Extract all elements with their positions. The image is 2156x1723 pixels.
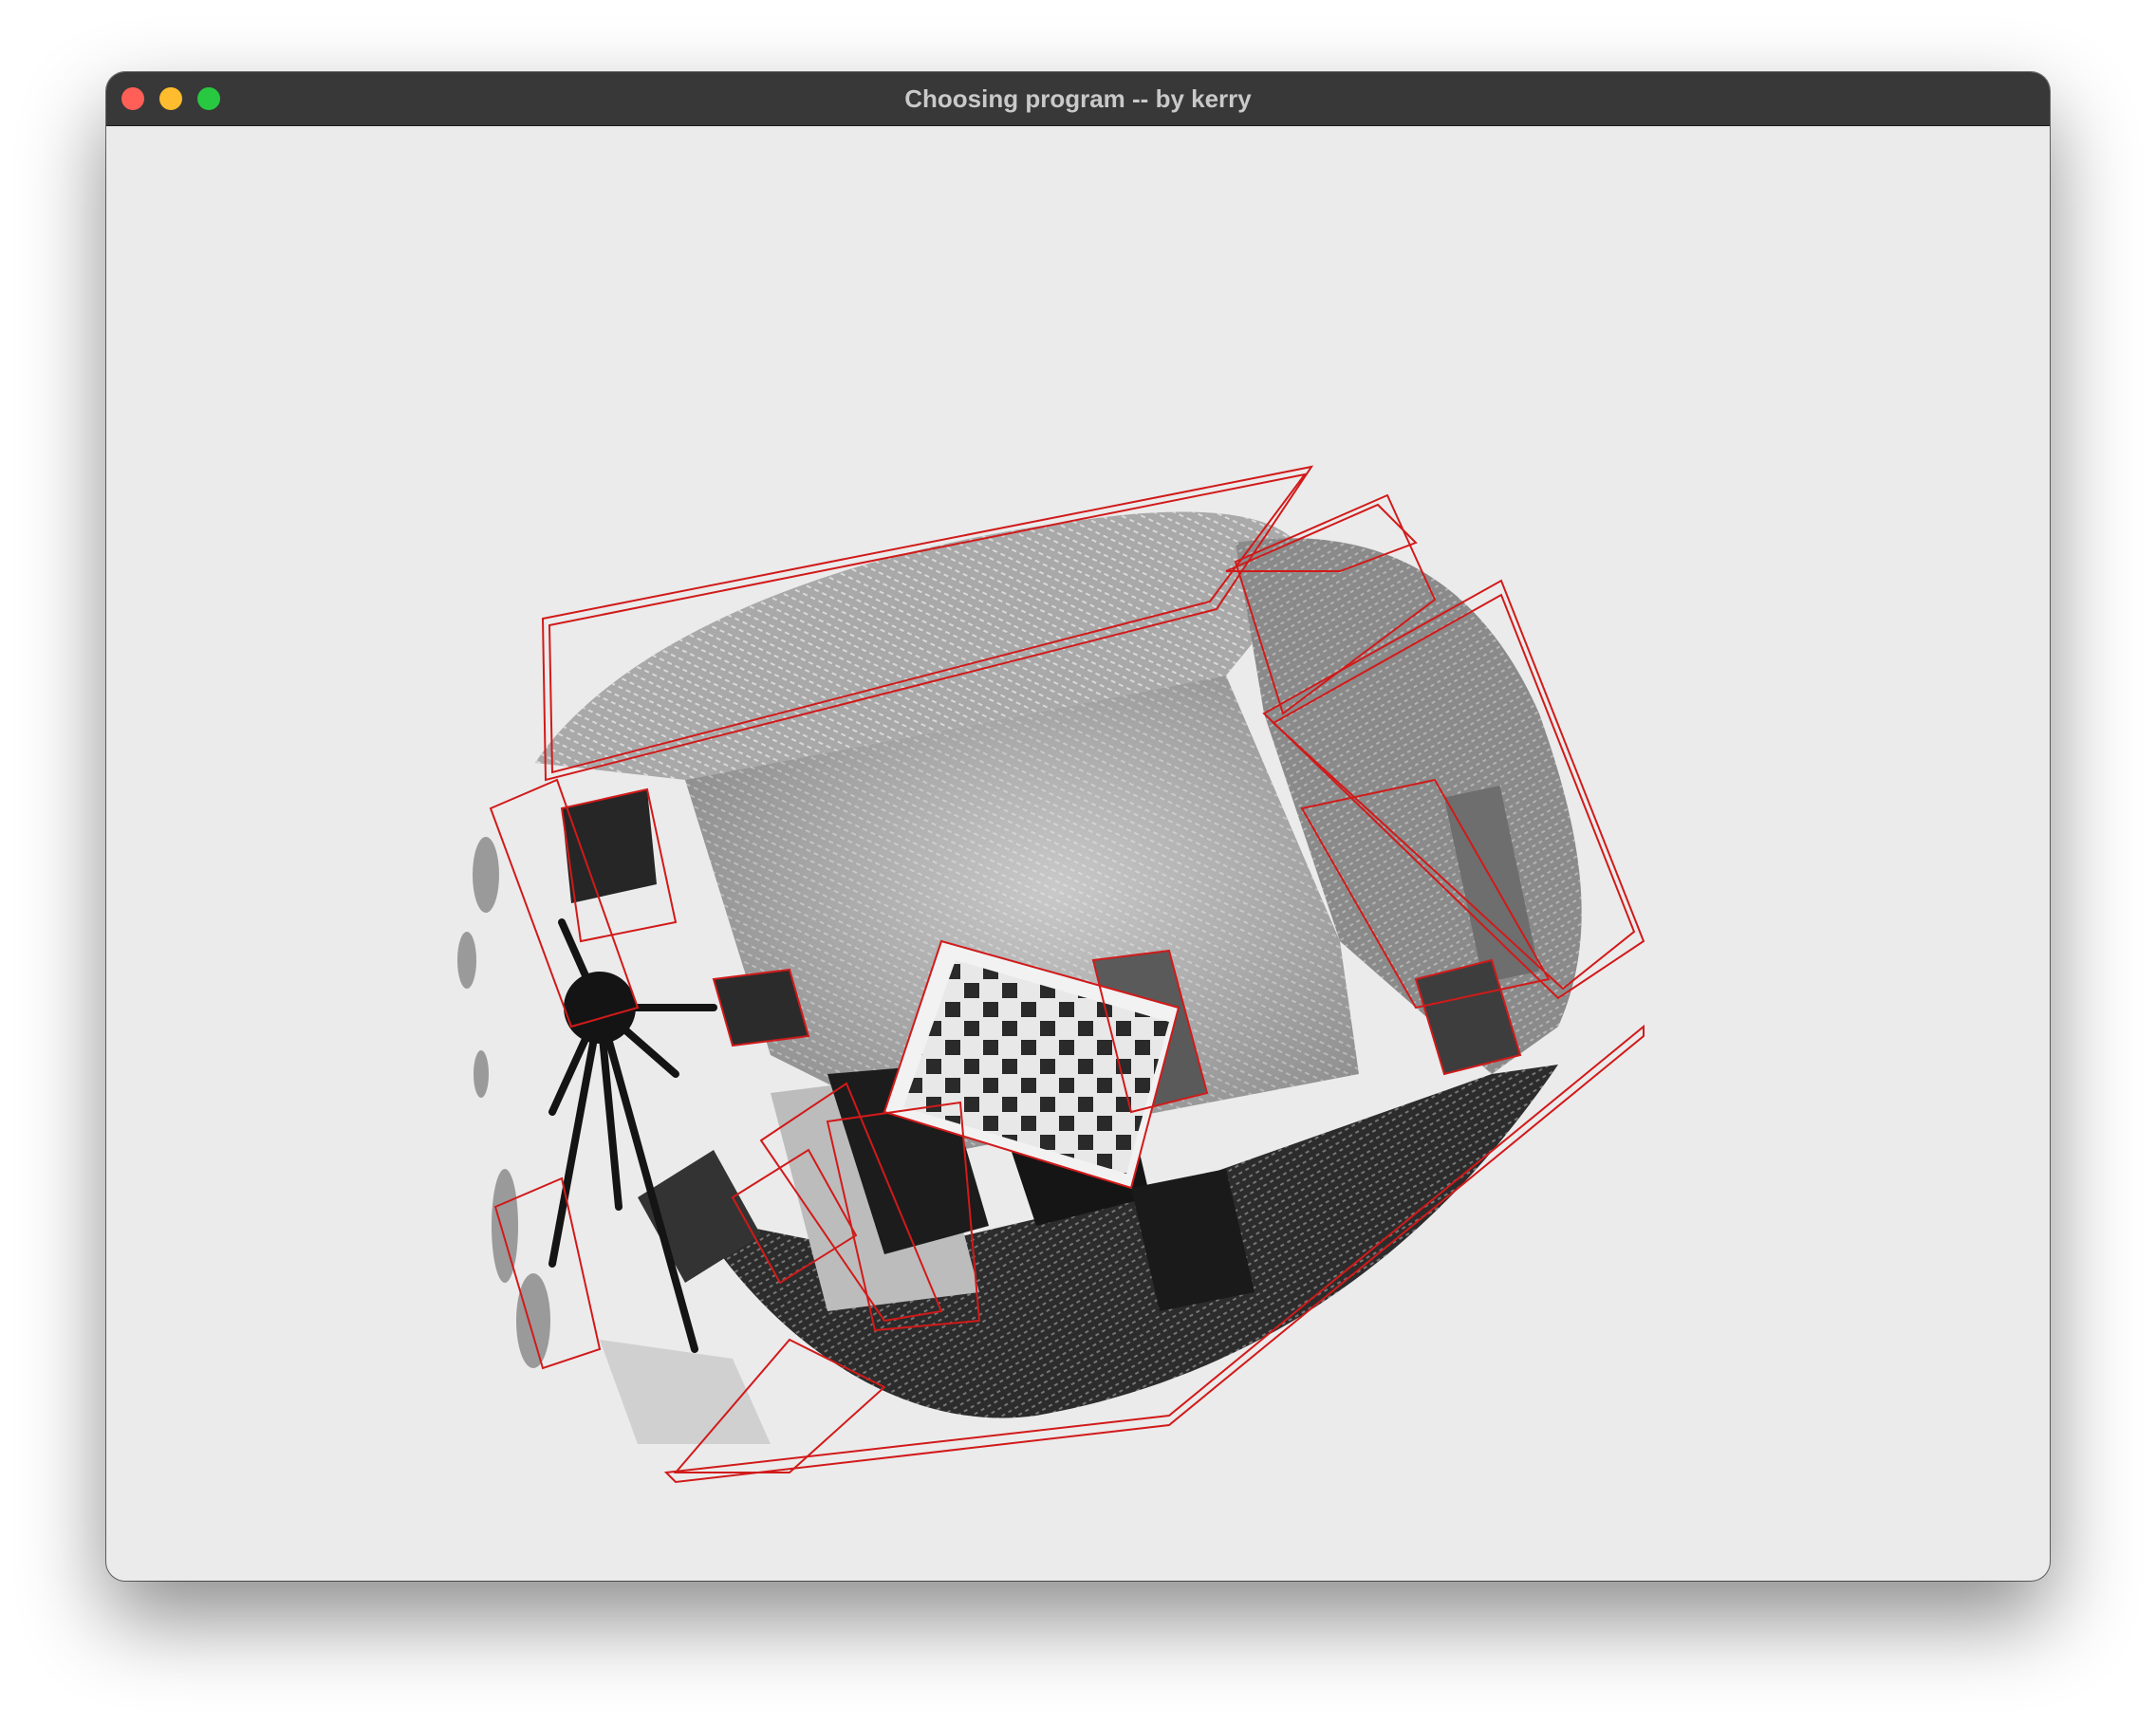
- window-title: Choosing program -- by kerry: [904, 84, 1252, 113]
- 3d-viewport[interactable]: [106, 125, 2050, 1581]
- title-bar[interactable]: Choosing program -- by kerry: [106, 72, 2050, 126]
- point-cloud-canvas[interactable]: [106, 125, 2050, 1581]
- app-window: Choosing program -- by kerry: [106, 72, 2050, 1581]
